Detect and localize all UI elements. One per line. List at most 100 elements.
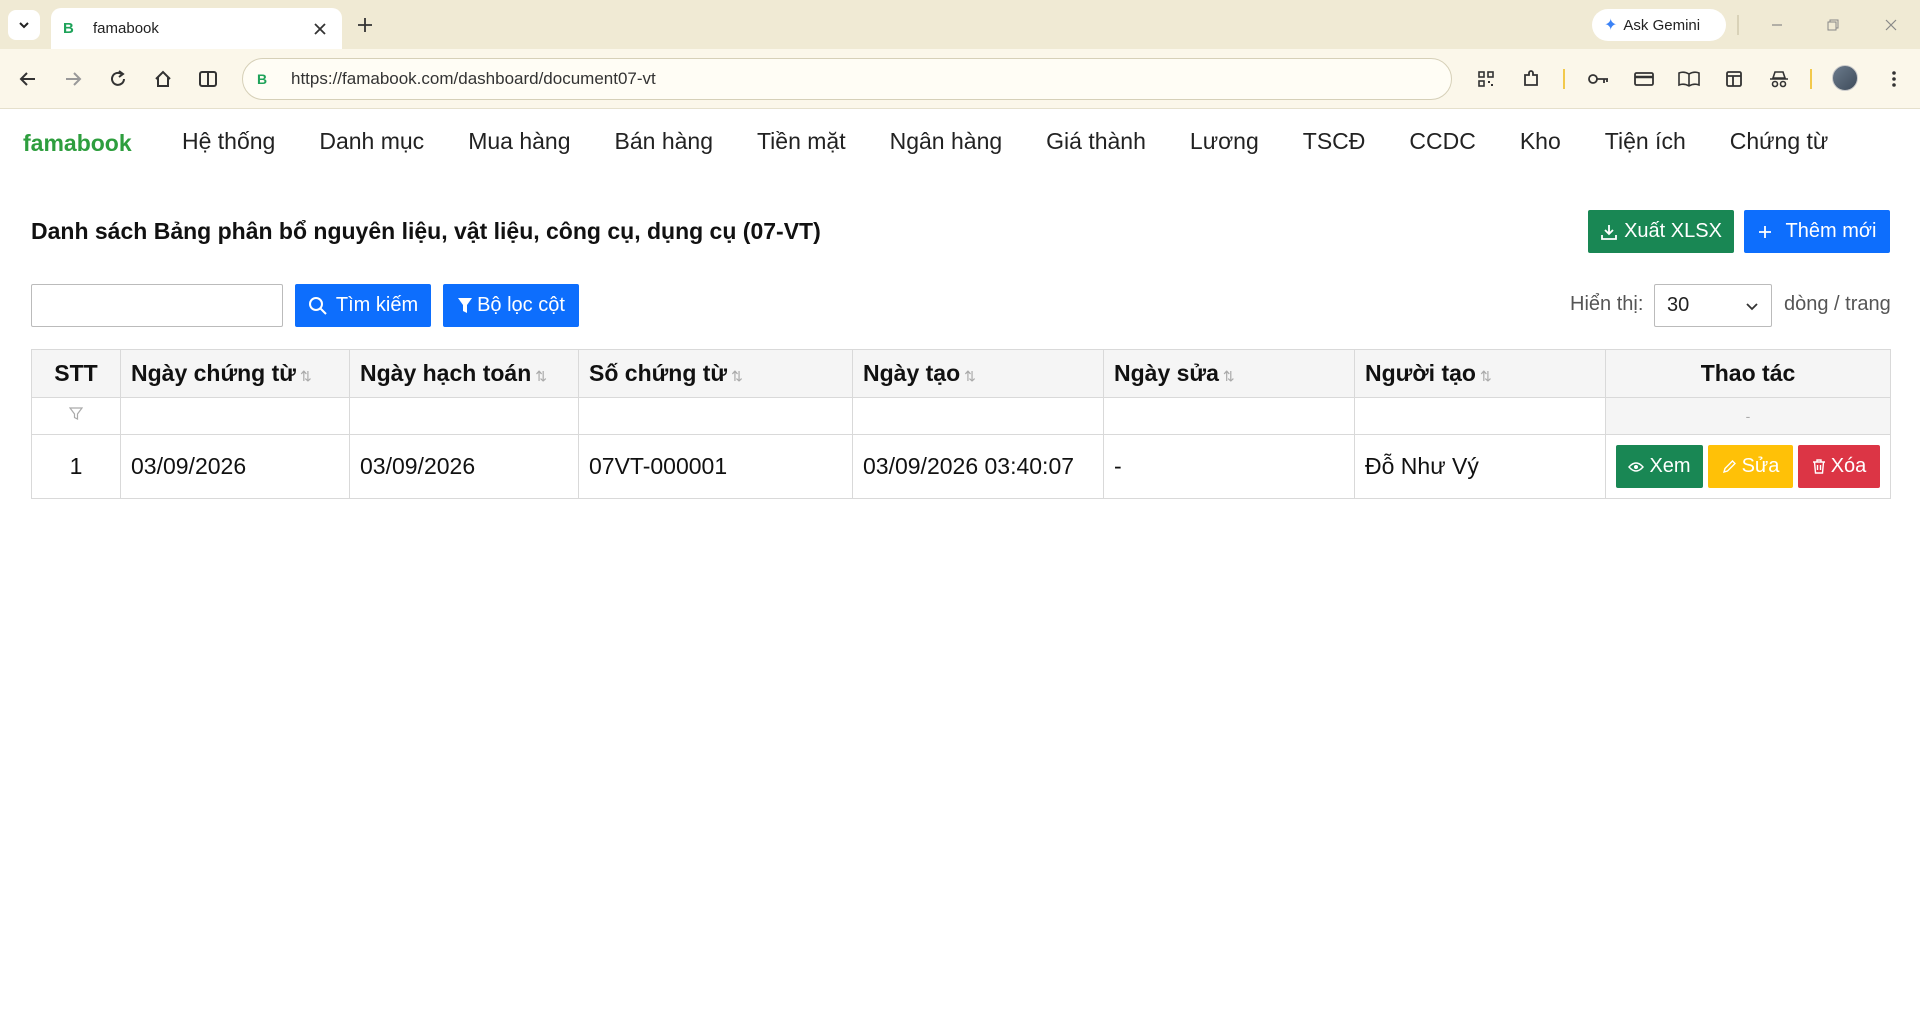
menu-item-ngan-hang[interactable]: Ngân hàng [868,128,1025,155]
back-icon[interactable] [12,63,44,95]
pencil-icon [1722,459,1737,474]
col-header-nguoi-tao[interactable]: Người tạo ⇅ [1354,349,1606,398]
col-header-ngay-sua[interactable]: Ngày sửa ⇅ [1103,349,1355,398]
password-key-icon[interactable] [1583,63,1615,95]
menu-item-mua-hang[interactable]: Mua hàng [446,128,592,155]
extensions-icon[interactable] [1515,63,1547,95]
export-xlsx-label: Xuất XLSX [1624,220,1722,242]
filter-cell-thao-tac: - [1605,397,1891,435]
filter-cell-ngay-tao[interactable] [852,397,1104,435]
per-page-label: dòng / trang [1784,293,1891,315]
filter-cell-ngay-chung-tu[interactable] [120,397,350,435]
sort-icon[interactable]: ⇅ [535,368,547,384]
close-window-icon[interactable] [1871,10,1911,40]
tab-layout-icon[interactable] [1718,63,1750,95]
filter-cell-nguoi-tao[interactable] [1354,397,1606,435]
col-header-thao-tac: Thao tác [1605,349,1891,398]
sort-icon[interactable]: ⇅ [300,368,312,384]
sort-icon[interactable]: ⇅ [731,368,743,384]
home-icon[interactable] [147,63,179,95]
menu-item-he-thong[interactable]: Hệ thống [160,128,297,155]
eye-icon [1628,461,1645,473]
column-filter-row: - [31,397,1891,435]
sort-icon[interactable]: ⇅ [1223,368,1235,384]
col-header-stt[interactable]: STT [31,349,121,398]
col-header-ngay-tao[interactable]: Ngày tạo ⇅ [852,349,1104,398]
add-new-button[interactable]: Thêm mới [1744,210,1890,253]
main-menu: Hệ thống Danh mục Mua hàng Bán hàng Tiền… [160,128,1850,155]
menu-item-kho[interactable]: Kho [1498,128,1583,155]
cell-so-chung-tu: 07VT-000001 [578,434,853,499]
col-header-so-chung-tu[interactable]: Số chứng từ ⇅ [578,349,853,398]
filter-cell-ngay-hach-toan[interactable] [349,397,579,435]
chevron-down-icon [19,22,29,29]
page-title: Danh sách Bảng phân bổ nguyên liệu, vật … [31,218,821,244]
cell-ngay-tao: 03/09/2026 03:40:07 [852,434,1104,499]
menu-item-ban-hang[interactable]: Bán hàng [593,128,735,155]
divider [1737,15,1739,35]
cell-ngay-chung-tu: 03/09/2026 [120,434,350,499]
payment-card-icon[interactable] [1628,63,1660,95]
ask-gemini-button[interactable]: ✦ Ask Gemini [1592,9,1726,41]
page-size-value: 30 [1667,294,1690,316]
minimize-icon[interactable] [1757,10,1797,40]
cell-stt: 1 [31,434,121,499]
forward-icon[interactable] [57,63,89,95]
menu-item-chung-tu[interactable]: Chứng từ [1708,128,1851,155]
new-tab-icon[interactable] [352,12,378,38]
filter-cell-so-chung-tu[interactable] [578,397,853,435]
menu-item-tien-mat[interactable]: Tiền mặt [735,128,868,155]
table-row: 1 03/09/2026 03/09/2026 07VT-000001 03/0… [31,434,1891,499]
brand-logo[interactable]: famabook [23,130,132,157]
col-header-ngay-hach-toan[interactable]: Ngày hạch toán ⇅ [349,349,579,398]
row-actions: Xem Sửa Xóa [1616,445,1880,488]
sort-icon[interactable]: ⇅ [1480,368,1492,384]
address-bar[interactable]: B https://famabook.com/dashboard/documen… [242,58,1452,100]
menu-item-gia-thanh[interactable]: Giá thành [1024,128,1168,155]
edit-label: Sửa [1741,455,1780,477]
menu-item-tien-ich[interactable]: Tiện ích [1583,128,1708,155]
toolbar-divider [1563,69,1565,89]
filter-outline-icon [68,407,84,420]
tab-close-icon[interactable] [310,19,330,39]
reading-mode-icon[interactable] [1673,63,1705,95]
split-view-icon[interactable] [192,63,224,95]
filter-cell-ngay-sua[interactable] [1103,397,1355,435]
search-button[interactable]: Tìm kiếm [295,284,431,327]
restore-icon[interactable] [1813,10,1853,40]
menu-item-tscd[interactable]: TSCĐ [1281,128,1388,155]
column-filter-button[interactable]: Bộ lọc cột [443,284,579,327]
toolbar-divider [1810,69,1812,89]
search-button-label: Tìm kiếm [335,294,419,316]
view-button[interactable]: Xem [1616,445,1703,488]
export-xlsx-button[interactable]: Xuất XLSX [1588,210,1734,253]
sort-icon[interactable]: ⇅ [964,368,976,384]
favicon-icon: B [63,20,74,37]
col-header-ngay-chung-tu[interactable]: Ngày chứng từ ⇅ [120,349,350,398]
search-input[interactable] [31,284,283,327]
edit-button[interactable]: Sửa [1708,445,1793,488]
qr-code-icon[interactable] [1470,63,1502,95]
gemini-sparkle-icon: ✦ [1604,17,1618,34]
reload-icon[interactable] [102,63,134,95]
browser-tab[interactable]: B famabook [51,8,342,49]
cell-ngay-sua: - [1103,434,1355,499]
more-menu-icon[interactable] [1878,63,1910,95]
page-size-select[interactable]: 30 [1654,284,1772,327]
delete-button[interactable]: Xóa [1798,445,1880,488]
ask-gemini-label: Ask Gemini [1623,16,1701,34]
tab-search-button[interactable] [8,10,40,40]
menu-item-ccdc[interactable]: CCDC [1387,128,1497,155]
plus-icon [1758,225,1772,239]
filter-icon [457,297,473,315]
show-label: Hiển thị: [1570,293,1644,315]
browser-toolbar: B https://famabook.com/dashboard/documen… [0,49,1920,109]
site-info-icon[interactable]: B [257,71,277,87]
view-label: Xem [1649,455,1691,477]
add-new-label: Thêm mới [1785,220,1877,242]
app-navbar: famabook Hệ thống Danh mục Mua hàng Bán … [0,110,1920,178]
menu-item-danh-muc[interactable]: Danh mục [297,128,446,155]
incognito-icon[interactable] [1763,63,1795,95]
profile-avatar[interactable] [1832,65,1858,91]
menu-item-luong[interactable]: Lương [1168,128,1281,155]
